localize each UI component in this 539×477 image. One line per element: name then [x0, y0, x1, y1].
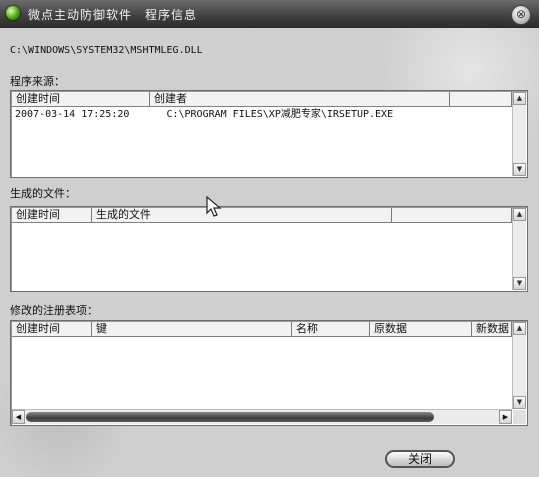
- scroll-up-icon[interactable]: ▲: [513, 92, 526, 105]
- column-header-new-data[interactable]: 新数据: [472, 322, 512, 336]
- scroll-left-icon[interactable]: ◀: [12, 410, 25, 424]
- cell-create-time: 2007-03-14 17:25:20: [15, 109, 130, 120]
- source-list-header: 创建时间 创建者: [12, 92, 512, 107]
- registry-vertical-scrollbar[interactable]: ▲ ▼: [512, 322, 526, 409]
- registry-list[interactable]: 创建时间 键 名称 原数据 新数据 ▲ ▼ ◀ ▶: [10, 320, 528, 426]
- title-bar[interactable]: 微点主动防御软件 程序信息 ⊗: [0, 0, 539, 28]
- registry-section-label: 修改的注册表项：: [10, 304, 98, 317]
- generated-section-label: 生成的文件：: [10, 187, 76, 200]
- cell-creator: C:\PROGRAM FILES\XP减肥专家\IRSETUP.EXE: [166, 109, 394, 120]
- scroll-down-icon[interactable]: ▼: [513, 396, 526, 409]
- scroll-down-icon[interactable]: ▼: [513, 163, 526, 176]
- generated-vertical-scrollbar[interactable]: ▲ ▼: [512, 208, 526, 290]
- source-list[interactable]: 创建时间 创建者 2007-03-14 17:25:20 C:\PROGRAM …: [10, 90, 528, 178]
- scroll-up-icon[interactable]: ▲: [513, 322, 526, 335]
- generated-list-header: 创建时间 生成的文件: [12, 208, 512, 223]
- column-header-create-time[interactable]: 创建时间: [12, 322, 92, 336]
- column-header-create-time[interactable]: 创建时间: [12, 92, 150, 106]
- mouse-pointer-icon: [206, 195, 222, 217]
- column-header-blank[interactable]: [450, 92, 512, 106]
- scroll-right-icon[interactable]: ▶: [499, 410, 512, 424]
- list-item[interactable]: 2007-03-14 17:25:20 C:\PROGRAM FILES\XP减…: [15, 108, 393, 122]
- source-section-label: 程序来源：: [10, 75, 65, 88]
- column-header-name[interactable]: 名称: [292, 322, 370, 336]
- program-info-window: 微点主动防御软件 程序信息 ⊗ C:\WINDOWS\SYSTEM32\MSHT…: [0, 0, 539, 477]
- program-path: C:\WINDOWS\SYSTEM32\MSHTMLEG.DLL: [10, 45, 203, 56]
- column-header-blank[interactable]: [392, 208, 512, 222]
- green-orb-icon: [6, 6, 20, 20]
- scroll-corner: [513, 410, 526, 424]
- column-header-creator[interactable]: 创建者: [150, 92, 450, 106]
- horizontal-scroll-thumb[interactable]: [26, 412, 434, 422]
- column-header-create-time[interactable]: 创建时间: [12, 208, 92, 222]
- close-icon[interactable]: ⊗: [511, 5, 531, 25]
- source-vertical-scrollbar[interactable]: ▲ ▼: [512, 92, 526, 176]
- scroll-up-icon[interactable]: ▲: [513, 208, 526, 221]
- column-header-key[interactable]: 键: [92, 322, 292, 336]
- close-button[interactable]: 关闭: [385, 450, 455, 468]
- column-header-old-data[interactable]: 原数据: [370, 322, 472, 336]
- registry-horizontal-scrollbar[interactable]: ◀ ▶: [12, 409, 512, 424]
- registry-list-header: 创建时间 键 名称 原数据 新数据: [12, 322, 512, 337]
- window-title: 微点主动防御软件 程序信息: [28, 8, 198, 22]
- generated-files-list[interactable]: 创建时间 生成的文件 ▲ ▼: [10, 206, 528, 292]
- scroll-down-icon[interactable]: ▼: [513, 277, 526, 290]
- column-header-generated-file[interactable]: 生成的文件: [92, 208, 392, 222]
